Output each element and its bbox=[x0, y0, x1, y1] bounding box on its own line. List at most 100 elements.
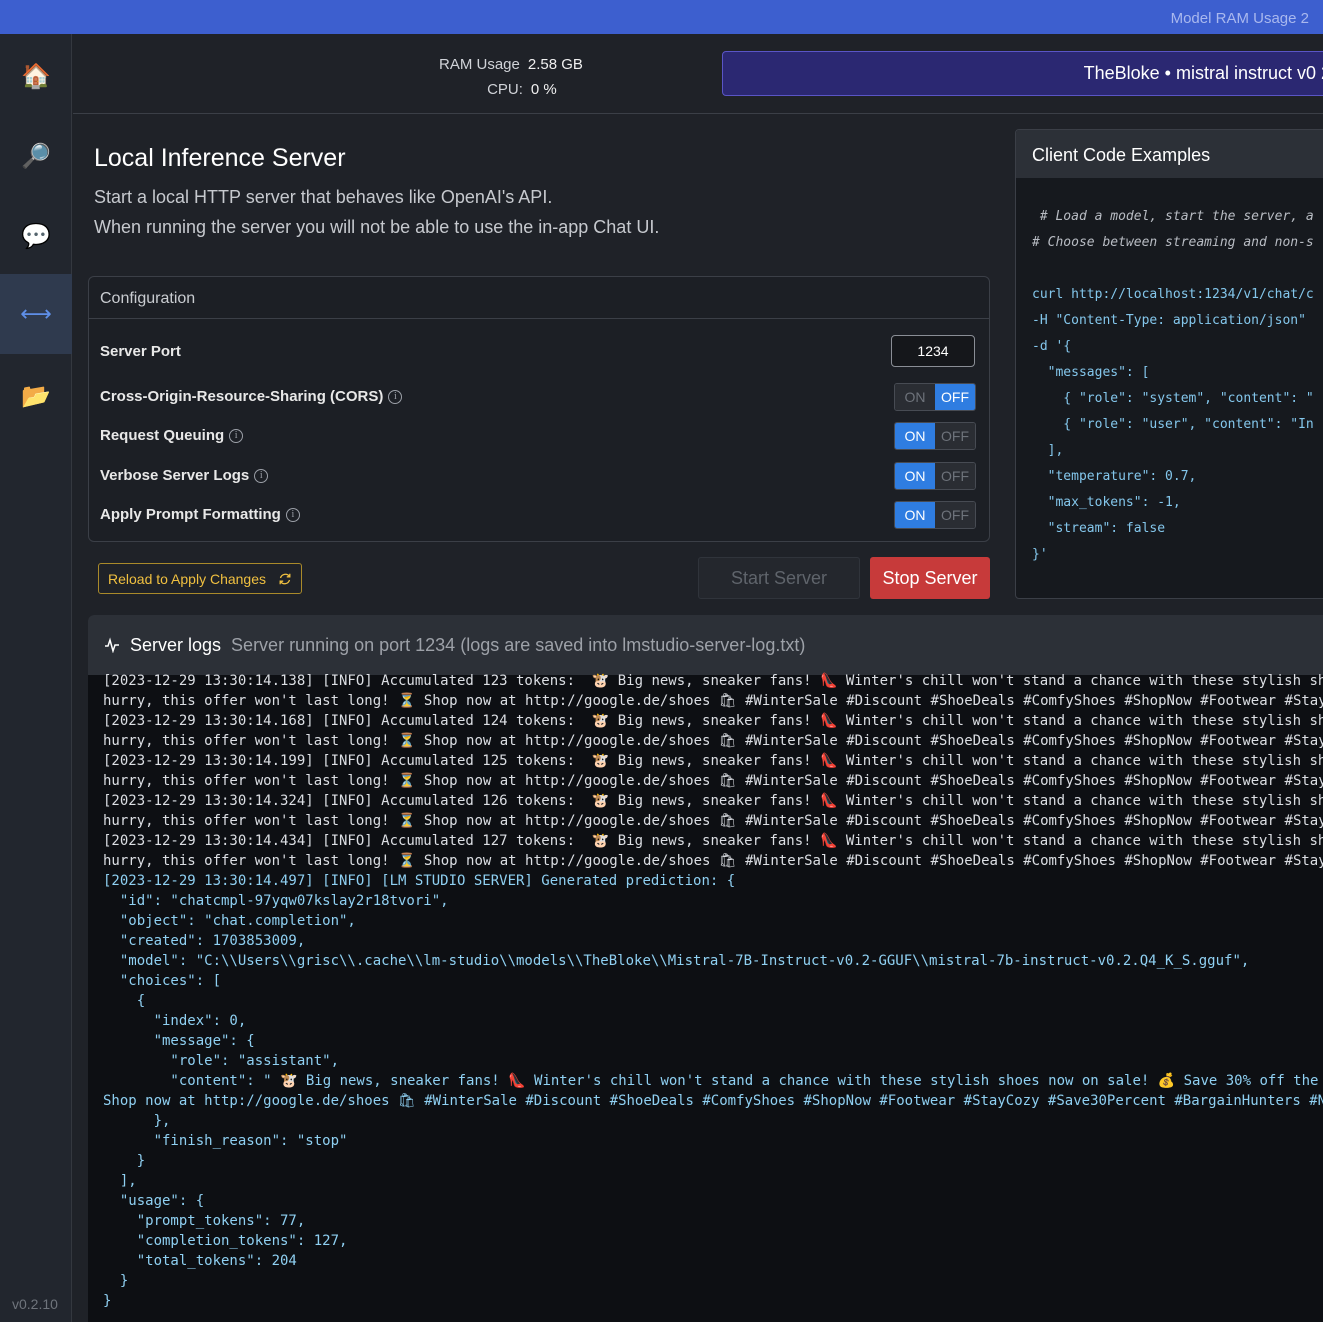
configuration-heading: Configuration bbox=[89, 277, 989, 319]
log-line: { bbox=[103, 993, 146, 1009]
model-ram-usage-label: Model RAM Usage 2 bbox=[1170, 10, 1309, 27]
toggle-on-option[interactable]: ON bbox=[895, 502, 935, 528]
server-logs-panel: Server logs Server running on port 1234 … bbox=[88, 615, 1323, 1322]
reload-apply-changes-button[interactable]: Reload to Apply Changes bbox=[98, 563, 302, 594]
page-subtitle: Start a local HTTP server that behaves l… bbox=[94, 187, 553, 207]
server-status-text: Server running on port 1234 (logs are sa… bbox=[231, 634, 806, 655]
toggle-on-option[interactable]: ON bbox=[895, 423, 935, 449]
main-content: RAM Usage 2.58 GB CPU: 0 % TheBloke • mist… bbox=[73, 34, 1323, 1322]
info-icon[interactable]: i bbox=[285, 507, 300, 522]
log-line: "finish_reason": "stop" bbox=[103, 1133, 348, 1149]
log-line: Shop now at http://google.de/shoes 🛍 #Wi… bbox=[103, 1093, 1323, 1109]
toggle-on-option[interactable]: ON bbox=[895, 463, 935, 489]
folder-icon: 📂 bbox=[21, 382, 51, 410]
code-line: curl http://localhost:1234/v1/chat/c bbox=[1032, 287, 1314, 302]
page-subtitle-note: When running the server you will not be … bbox=[94, 217, 660, 237]
code-line: { "role": "system", "content": " bbox=[1032, 391, 1314, 406]
log-line: } bbox=[103, 1273, 129, 1289]
server-port-input[interactable] bbox=[891, 335, 975, 367]
stats-bar: RAM Usage 2.58 GB CPU: 0 % TheBloke • mist… bbox=[73, 34, 1323, 114]
log-line: [2023-12-29 13:30:14.324] [INFO] Accumul… bbox=[103, 793, 1323, 809]
toggle-off-option[interactable]: OFF bbox=[935, 423, 975, 449]
ram-usage-label: RAM Usage bbox=[439, 56, 520, 73]
prompt-formatting-label: Apply Prompt Formatting bbox=[100, 506, 281, 523]
log-line: "id": "chatcmpl-97yqw07kslay2r18tvori", bbox=[103, 893, 449, 909]
request-queuing-row: Request Queuing i bbox=[100, 427, 244, 444]
toggle-off-option[interactable]: OFF bbox=[935, 384, 975, 410]
model-selector[interactable]: TheBloke • mistral instruct v0 2 bbox=[722, 51, 1323, 96]
toggle-off-option[interactable]: OFF bbox=[935, 502, 975, 528]
code-line: ], bbox=[1032, 443, 1064, 458]
code-line: -H "Content-Type: application/json" bbox=[1032, 313, 1306, 328]
code-line: "messages": [ bbox=[1032, 365, 1150, 380]
info-icon[interactable]: i bbox=[388, 389, 403, 404]
resource-stats: RAM Usage 2.58 GB CPU: 0 % bbox=[439, 52, 583, 102]
verbose-logs-row: Verbose Server Logs i bbox=[100, 467, 269, 484]
verbose-logs-toggle[interactable]: ON OFF bbox=[894, 462, 976, 490]
client-code-examples-panel: Client Code Examples # Load a model, sta… bbox=[1015, 129, 1323, 599]
log-line: hurry, this offer won't last long! ⏳ Sho… bbox=[103, 733, 1323, 749]
log-line: "content": " 🐮 Big news, sneaker fans! 👠… bbox=[103, 1073, 1323, 1089]
code-line: }' bbox=[1032, 547, 1048, 562]
server-logs-title: Server logs bbox=[130, 634, 222, 655]
log-line: hurry, this offer won't last long! ⏳ Sho… bbox=[103, 693, 1323, 709]
code-line: # Load a model, start the server, a bbox=[1032, 209, 1314, 224]
activity-pulse-icon bbox=[105, 637, 119, 653]
server-port-row: Server Port bbox=[100, 343, 181, 360]
code-line: # Choose between streaming and non-s bbox=[1032, 235, 1314, 250]
cors-label: Cross-Origin-Resource-Sharing (CORS) bbox=[100, 388, 384, 405]
ram-usage-value: 2.58 GB bbox=[527, 56, 583, 73]
search-icon: 🔎 bbox=[21, 142, 51, 170]
prompt-formatting-toggle[interactable]: ON OFF bbox=[894, 501, 976, 529]
log-line: "object": "chat.completion", bbox=[103, 913, 356, 929]
log-line: "message": { bbox=[103, 1033, 255, 1049]
sidebar-item-models[interactable]: 📂 bbox=[0, 356, 72, 436]
reload-label: Reload to Apply Changes bbox=[108, 570, 266, 587]
configuration-panel: Configuration Server Port Cross-Origin-R… bbox=[88, 276, 990, 542]
log-line: [2023-12-29 13:30:14.434] [INFO] Accumul… bbox=[103, 833, 1323, 849]
toggle-off-option[interactable]: OFF bbox=[935, 463, 975, 489]
stop-server-button[interactable]: Stop Server bbox=[870, 557, 990, 599]
log-line: "role": "assistant", bbox=[103, 1053, 340, 1069]
log-line: [2023-12-29 13:30:14.168] [INFO] Accumul… bbox=[103, 713, 1323, 729]
server-logs-header: Server logs Server running on port 1234 … bbox=[88, 615, 1323, 675]
sidebar-item-home[interactable]: 🏠 bbox=[0, 36, 72, 116]
sidebar-item-server[interactable]: ⟷ bbox=[0, 274, 72, 354]
code-line: "temperature": 0.7, bbox=[1032, 469, 1197, 484]
request-queuing-toggle[interactable]: ON OFF bbox=[894, 422, 976, 450]
client-code-block[interactable]: # Load a model, start the server, a # Ch… bbox=[1032, 178, 1314, 568]
log-line: "model": "C:\\Users\\grisc\\.cache\\lm-s… bbox=[103, 953, 1250, 969]
log-line: [2023-12-29 13:30:14.199] [INFO] Accumul… bbox=[103, 753, 1323, 769]
sidebar-item-chat[interactable]: 💬 bbox=[0, 196, 72, 276]
start-server-button[interactable]: Start Server bbox=[698, 557, 860, 599]
info-icon[interactable]: i bbox=[254, 468, 269, 483]
code-line: "max_tokens": -1, bbox=[1032, 495, 1181, 510]
server-log-output[interactable]: [2023-12-29 13:30:14.138] [INFO] Accumul… bbox=[103, 671, 1323, 1311]
home-icon: 🏠 bbox=[21, 62, 51, 90]
log-line: } bbox=[103, 1153, 146, 1169]
log-line: "index": 0, bbox=[103, 1013, 247, 1029]
log-line: [2023-12-29 13:30:14.138] [INFO] Accumul… bbox=[103, 673, 1323, 689]
code-line: -d '{ bbox=[1032, 339, 1072, 354]
top-bar: Model RAM Usage 2 bbox=[0, 0, 1323, 34]
client-code-examples-heading: Client Code Examples bbox=[1016, 130, 1323, 178]
code-line: { "role": "user", "content": "In bbox=[1032, 417, 1314, 432]
log-line: "usage": { bbox=[103, 1193, 205, 1209]
log-line: hurry, this offer won't last long! ⏳ Sho… bbox=[103, 853, 1323, 869]
toggle-on-option[interactable]: ON bbox=[895, 384, 935, 410]
chat-bubble-icon: 💬 bbox=[21, 222, 51, 250]
cors-toggle[interactable]: ON OFF bbox=[894, 383, 976, 411]
request-queuing-label: Request Queuing bbox=[100, 427, 225, 444]
log-line: hurry, this offer won't last long! ⏳ Sho… bbox=[103, 773, 1323, 789]
server-port-label: Server Port bbox=[100, 343, 181, 360]
verbose-logs-label: Verbose Server Logs bbox=[100, 467, 250, 484]
cpu-value: 0 % bbox=[530, 81, 557, 98]
log-line: "prompt_tokens": 77, bbox=[103, 1213, 306, 1229]
prompt-formatting-row: Apply Prompt Formatting i bbox=[100, 506, 300, 523]
log-line: } bbox=[103, 1293, 112, 1309]
refresh-icon bbox=[279, 573, 291, 584]
code-line: "stream": false bbox=[1032, 521, 1166, 536]
sidebar-item-search[interactable]: 🔎 bbox=[0, 116, 72, 196]
log-line: hurry, this offer won't last long! ⏳ Sho… bbox=[103, 813, 1323, 829]
info-icon[interactable]: i bbox=[229, 428, 244, 443]
